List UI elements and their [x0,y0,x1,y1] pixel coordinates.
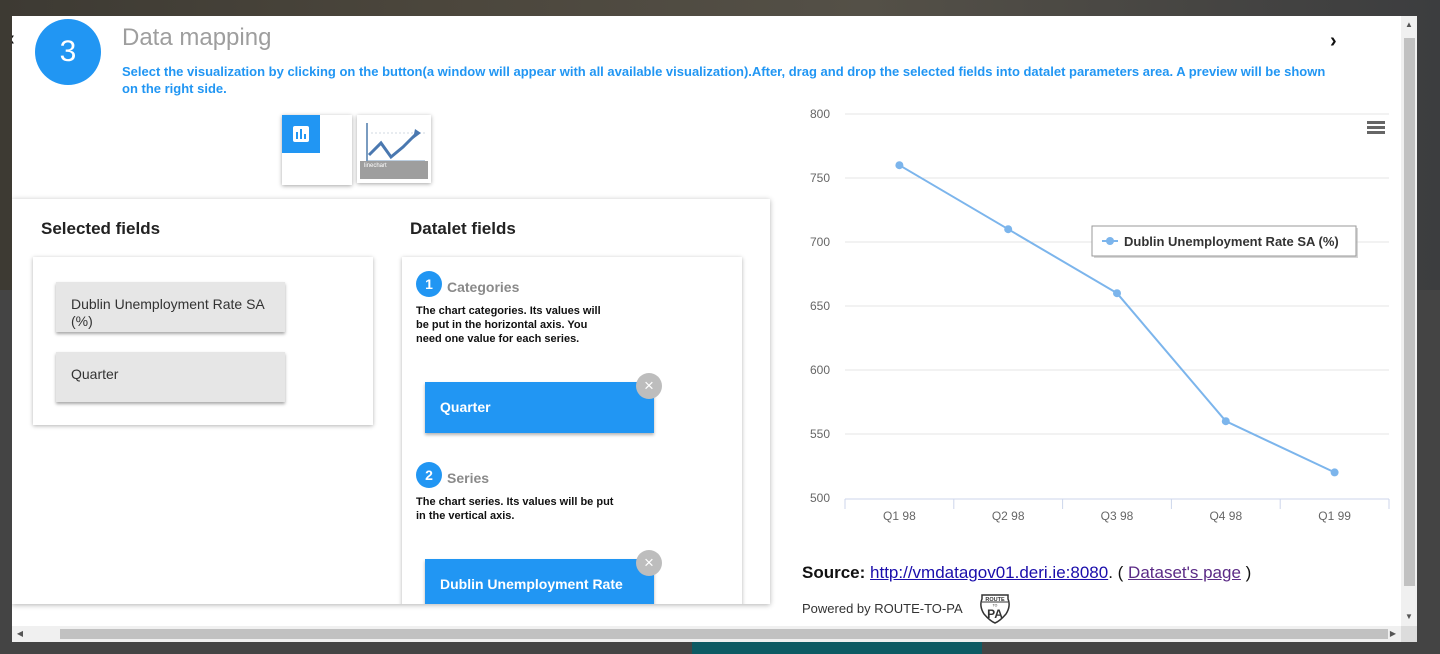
bar-chart-icon [282,115,320,153]
linechart-label: linechart [360,161,428,179]
field-chip-quarter[interactable]: Quarter [56,352,285,402]
y-tick-label: 500 [810,491,830,505]
y-tick-label: 800 [810,107,830,121]
scroll-right-arrow-icon[interactable]: ▶ [1385,626,1401,642]
horizontal-scrollbar[interactable]: ◀ ▶ [12,626,1401,642]
legend-swatch-marker [1106,237,1114,245]
source-link[interactable]: http://vmdatagov01.deri.ie:8080 [870,563,1108,582]
scroll-down-arrow-icon[interactable]: ▼ [1401,608,1417,626]
open-paren: . ( [1108,563,1124,582]
fields-panel: Selected fields Datalet fields Dublin Un… [12,199,770,604]
y-tick-label: 650 [810,299,830,313]
field-chip-unemployment-rate[interactable]: Dublin Unemployment Rate SA (%) [56,282,285,332]
step-title: Data mapping [122,24,272,51]
x-tick-label: Q4 98 [1209,509,1242,523]
route-to-pa-logo: ROUTE TO PA [980,594,1010,624]
data-mapping-dialog: ‹ › 3 Data mapping Select the visualizat… [12,16,1417,642]
series-line [898,164,1336,474]
line-chart-icon [366,123,425,162]
y-tick-label: 600 [810,363,830,377]
selected-fields-list: Dublin Unemployment Rate SA (%) Quarter [33,257,373,425]
data-point [1004,225,1013,234]
hamburger-menu-icon[interactable] [1367,121,1385,135]
chart-preview: 800 750 700 650 600 550 500 Q1 98 Q2 98 Q3 98 Q4 9… [782,98,1394,528]
backdrop-toolbar-strip [692,640,982,654]
data-point [1330,468,1339,477]
close-icon[interactable]: × [636,550,662,576]
chevron-right-icon[interactable]: › [1330,30,1337,53]
y-tick-label: 750 [810,171,830,185]
close-paren: ) [1245,563,1252,582]
legend-label: Dublin Unemployment Rate SA (%) [1124,234,1339,249]
vertical-scroll-thumb[interactable] [1404,38,1415,586]
series-number-badge: 2 [416,462,442,488]
step-number-badge: 3 [35,19,101,85]
scroll-left-arrow-icon[interactable]: ◀ [12,626,28,642]
categories-drop-value[interactable]: Quarter [425,382,654,433]
svg-text:PA: PA [987,607,1003,621]
dataset-page-link[interactable]: Dataset's page [1128,563,1241,582]
horizontal-scroll-thumb[interactable] [60,629,1388,639]
bar-chart-visualization-button[interactable] [282,115,352,185]
series-drop-value[interactable]: Dublin Unemployment Rate [425,559,654,604]
data-point [895,161,904,170]
source-line: Source: http://vmdatagov01.deri.ie:8080.… [802,563,1251,583]
y-tick-label: 550 [810,427,830,441]
y-tick-label: 700 [810,235,830,249]
series-title: Series [447,470,490,486]
linechart-visualization-button[interactable]: linechart [357,115,431,183]
powered-by-text: Powered by ROUTE-TO-PA [802,601,963,616]
x-tick-label: Q1 99 [1318,509,1351,523]
svg-text:ROUTE: ROUTE [985,597,1005,603]
series-description: The chart series. Its values will be put… [416,496,614,522]
categories-description: The chart categories. Its values will be… [416,305,601,345]
close-icon[interactable]: × [636,373,662,399]
source-label: Source: [802,563,866,582]
datalet-fields-heading: Datalet fields [410,219,516,238]
categories-title: Categories [447,279,520,295]
datalet-fields-list: 1 Categories The chart categories. Its v… [402,257,742,604]
categories-number-badge: 1 [416,271,442,297]
chevron-left-icon[interactable]: ‹ [12,28,15,51]
x-tick-label: Q2 98 [992,509,1025,523]
data-point [1221,417,1230,426]
vertical-scrollbar[interactable]: ▲ ▼ [1401,16,1417,626]
x-tick-label: Q1 98 [883,509,916,523]
scroll-up-arrow-icon[interactable]: ▲ [1401,16,1417,34]
scrollbar-corner [1401,626,1417,642]
line-chart: 800 750 700 650 600 550 500 Q1 98 Q2 98 Q3 98 Q4 9… [810,107,1390,523]
data-point [1113,289,1121,298]
x-tick-label: Q3 98 [1101,509,1134,523]
step-description: Select the visualization by clicking on … [122,64,1326,96]
selected-fields-heading: Selected fields [41,219,161,238]
